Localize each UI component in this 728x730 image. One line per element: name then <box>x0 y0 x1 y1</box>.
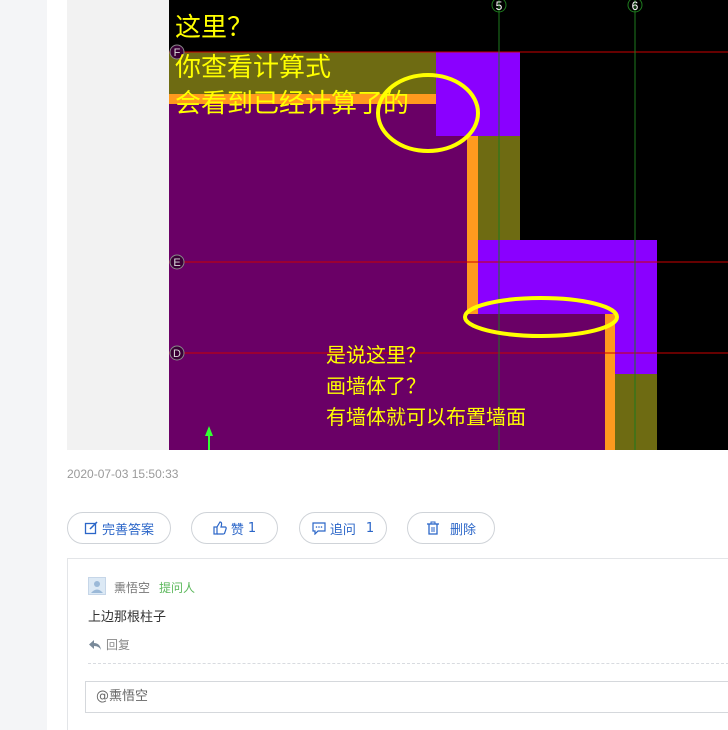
reply-link[interactable]: 回复 <box>88 636 130 653</box>
comment-username[interactable]: 熏悟空 <box>114 579 150 596</box>
post-timestamp: 2020-07-03 15:50:33 <box>67 467 179 481</box>
reply-input[interactable]: @熏悟空 <box>85 681 728 713</box>
improve-answer-button[interactable]: 完善答案 <box>67 512 171 544</box>
reply-label: 回复 <box>106 638 131 652</box>
comment-text: 上边那根柱子 <box>88 610 167 625</box>
annotation-top-3: 会看到已经计算了的 <box>175 89 409 119</box>
follow-up-button[interactable]: 追问 1 <box>299 512 387 544</box>
reply-arrow-icon <box>89 639 101 650</box>
follow-up-label: 追问 <box>329 522 356 538</box>
annotation-bottom-2: 画墙体了？ <box>326 374 426 398</box>
axis-label-d: D <box>173 348 181 360</box>
axis-label-6: 6 <box>632 0 639 13</box>
like-button[interactable]: 赞 1 <box>191 512 278 544</box>
comment-divider <box>88 663 728 664</box>
trash-icon <box>426 521 440 535</box>
comment-thread: 熏悟空 提问人 上边那根柱子 回复 @熏悟空 <box>67 558 728 730</box>
delete-button[interactable]: 删除 <box>407 512 495 544</box>
comment-icon <box>312 521 326 535</box>
annotation-bottom-3: 有墙体就可以布置墙面 <box>326 405 526 429</box>
avatar[interactable] <box>88 577 106 595</box>
annotation-bottom-1: 是说这里？ <box>326 343 426 367</box>
edit-icon <box>84 521 98 535</box>
follow-up-count: 1 <box>365 520 375 536</box>
delete-label: 删除 <box>449 522 476 538</box>
annotation-top-1: 这里？ <box>175 13 253 43</box>
like-label: 赞 <box>230 522 244 538</box>
like-count: 1 <box>247 520 257 536</box>
answer-image[interactable]: 5 6 F E D 这里？ 你查看计算式 会看到已经计算了的 是说这里？ 画墙体… <box>67 0 728 450</box>
annotation-top-2: 你查看计算式 <box>175 53 331 83</box>
axis-label-e: E <box>173 257 180 269</box>
axis-label-5: 5 <box>496 0 503 13</box>
thumbs-up-icon <box>213 521 227 535</box>
improve-answer-label: 完善答案 <box>101 522 154 538</box>
asker-badge: 提问人 <box>159 581 196 595</box>
